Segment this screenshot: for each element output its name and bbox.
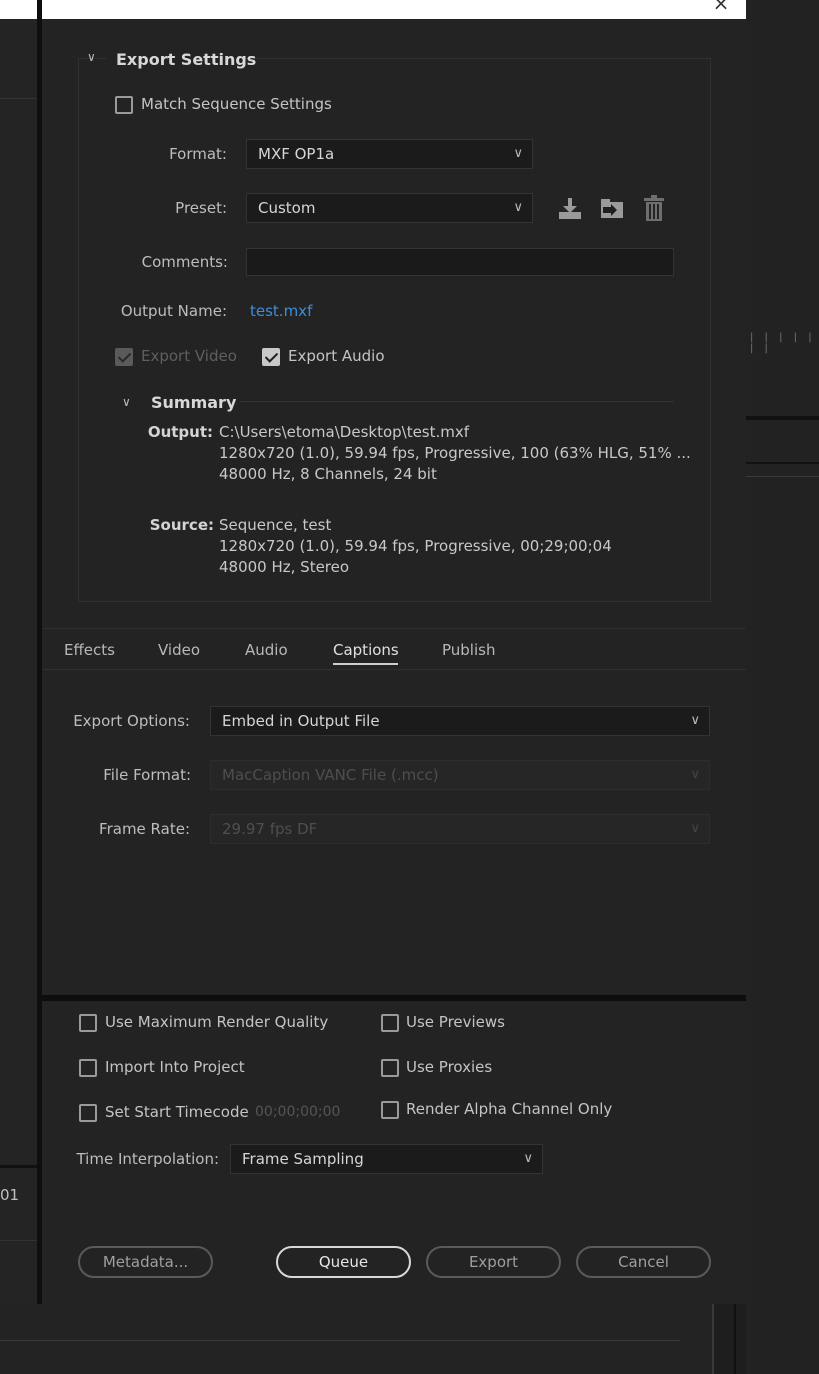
background-divider <box>0 1240 37 1241</box>
export-options-value: Embed in Output File <box>222 712 380 730</box>
export-video-label: Export Video <box>141 347 237 365</box>
frame-rate-label: Frame Rate: <box>99 820 190 838</box>
close-icon[interactable]: × <box>710 0 732 14</box>
section-title-summary[interactable]: Summary <box>151 393 236 412</box>
use-previews-checkbox[interactable] <box>381 1014 399 1032</box>
preset-select[interactable]: Custom ∨ <box>246 193 533 223</box>
output-name-link[interactable]: test.mxf <box>250 302 312 320</box>
delete-preset-icon[interactable] <box>641 195 667 221</box>
format-select[interactable]: MXF OP1a ∨ <box>246 139 533 169</box>
time-interpolation-value: Frame Sampling <box>242 1150 364 1168</box>
chevron-down-icon: ∨ <box>690 821 700 836</box>
chevron-down-icon: ∨ <box>690 713 700 728</box>
queue-button[interactable]: Queue <box>276 1246 411 1278</box>
chevron-down-icon[interactable]: ∨ <box>122 395 131 409</box>
section-title-export-settings[interactable]: Export Settings <box>116 50 256 69</box>
metadata-button[interactable]: Metadata... <box>78 1246 213 1278</box>
save-preset-icon[interactable] <box>557 196 583 222</box>
background-divider <box>0 1340 680 1341</box>
comments-label: Comments: <box>141 253 228 271</box>
render-alpha-checkbox[interactable] <box>381 1101 399 1119</box>
format-value: MXF OP1a <box>258 145 335 163</box>
frame-rate-value: 29.97 fps DF <box>222 820 318 838</box>
export-audio-label[interactable]: Export Audio <box>288 347 385 365</box>
background-divider <box>0 1165 37 1168</box>
use-previews-label[interactable]: Use Previews <box>406 1013 505 1031</box>
match-sequence-checkbox[interactable] <box>115 96 133 114</box>
export-options-select[interactable]: Embed in Output File ∨ <box>210 706 710 736</box>
cancel-button[interactable]: Cancel <box>576 1246 711 1278</box>
tab-audio[interactable]: Audio <box>245 641 288 659</box>
import-into-project-checkbox[interactable] <box>79 1059 97 1077</box>
active-tab-indicator <box>333 663 398 665</box>
chevron-down-icon: ∨ <box>513 146 523 161</box>
time-interpolation-label: Time Interpolation: <box>76 1150 219 1168</box>
background-text-fragment: 01 <box>0 1186 20 1204</box>
max-render-quality-label[interactable]: Use Maximum Render Quality <box>105 1013 328 1031</box>
dialog-titlebar <box>0 0 746 19</box>
render-alpha-label[interactable]: Render Alpha Channel Only <box>406 1100 612 1118</box>
file-format-select: MacCaption VANC File (.mcc) ∨ <box>210 760 710 790</box>
preset-value: Custom <box>258 199 316 217</box>
preset-label: Preset: <box>175 199 227 217</box>
background-divider <box>0 98 37 99</box>
background-divider <box>746 476 819 477</box>
summary-output-line: 1280x720 (1.0), 59.94 fps, Progressive, … <box>219 444 691 462</box>
export-options-label: Export Options: <box>73 712 190 730</box>
start-timecode-field: 00;00;00;00 <box>255 1104 341 1120</box>
summary-source-line: 1280x720 (1.0), 59.94 fps, Progressive, … <box>219 537 612 555</box>
comments-input[interactable] <box>246 248 674 276</box>
use-proxies-label[interactable]: Use Proxies <box>406 1058 492 1076</box>
summary-source-line: Sequence, test <box>219 516 332 534</box>
set-start-timecode-checkbox[interactable] <box>79 1104 97 1122</box>
timeline-ruler-ticks: | | | | | | | <box>750 332 816 354</box>
summary-source-label: Source: <box>149 516 214 534</box>
summary-output-line: 48000 Hz, 8 Channels, 24 bit <box>219 465 437 483</box>
set-start-timecode-label[interactable]: Set Start Timecode <box>105 1103 249 1121</box>
background-divider <box>712 1304 714 1374</box>
use-proxies-checkbox[interactable] <box>381 1059 399 1077</box>
panel-separator[interactable] <box>42 995 746 1001</box>
tab-effects[interactable]: Effects <box>64 641 115 659</box>
chevron-down-icon: ∨ <box>690 767 700 782</box>
tab-video[interactable]: Video <box>158 641 200 659</box>
import-into-project-label[interactable]: Import Into Project <box>105 1058 245 1076</box>
export-audio-checkbox[interactable] <box>262 348 280 366</box>
frame-rate-select: 29.97 fps DF ∨ <box>210 814 710 844</box>
summary-output-label: Output: <box>147 423 213 441</box>
format-label: Format: <box>169 145 227 163</box>
match-sequence-label[interactable]: Match Sequence Settings <box>141 95 332 113</box>
chevron-down-icon[interactable]: ∨ <box>87 50 96 64</box>
background-right-panel <box>746 0 819 1374</box>
summary-output-line: C:\Users\etoma\Desktop\test.mxf <box>219 423 470 441</box>
file-format-label: File Format: <box>103 766 191 784</box>
chevron-down-icon: ∨ <box>523 1151 533 1166</box>
background-divider <box>746 416 819 420</box>
summary-source-line: 48000 Hz, Stereo <box>219 558 350 576</box>
time-interpolation-select[interactable]: Frame Sampling ∨ <box>230 1144 543 1174</box>
tab-captions[interactable]: Captions <box>333 641 399 659</box>
summary-rule <box>240 401 674 402</box>
export-video-checkbox <box>115 348 133 366</box>
output-name-label: Output Name: <box>120 302 227 320</box>
export-button[interactable]: Export <box>426 1246 561 1278</box>
file-format-value: MacCaption VANC File (.mcc) <box>222 766 439 784</box>
background-bottom-strip <box>0 1304 712 1374</box>
chevron-down-icon: ∨ <box>513 200 523 215</box>
max-render-quality-checkbox[interactable] <box>79 1014 97 1032</box>
background-divider <box>746 462 819 464</box>
import-preset-icon[interactable] <box>599 196 625 222</box>
tab-publish[interactable]: Publish <box>442 641 495 659</box>
background-divider <box>734 1304 736 1374</box>
